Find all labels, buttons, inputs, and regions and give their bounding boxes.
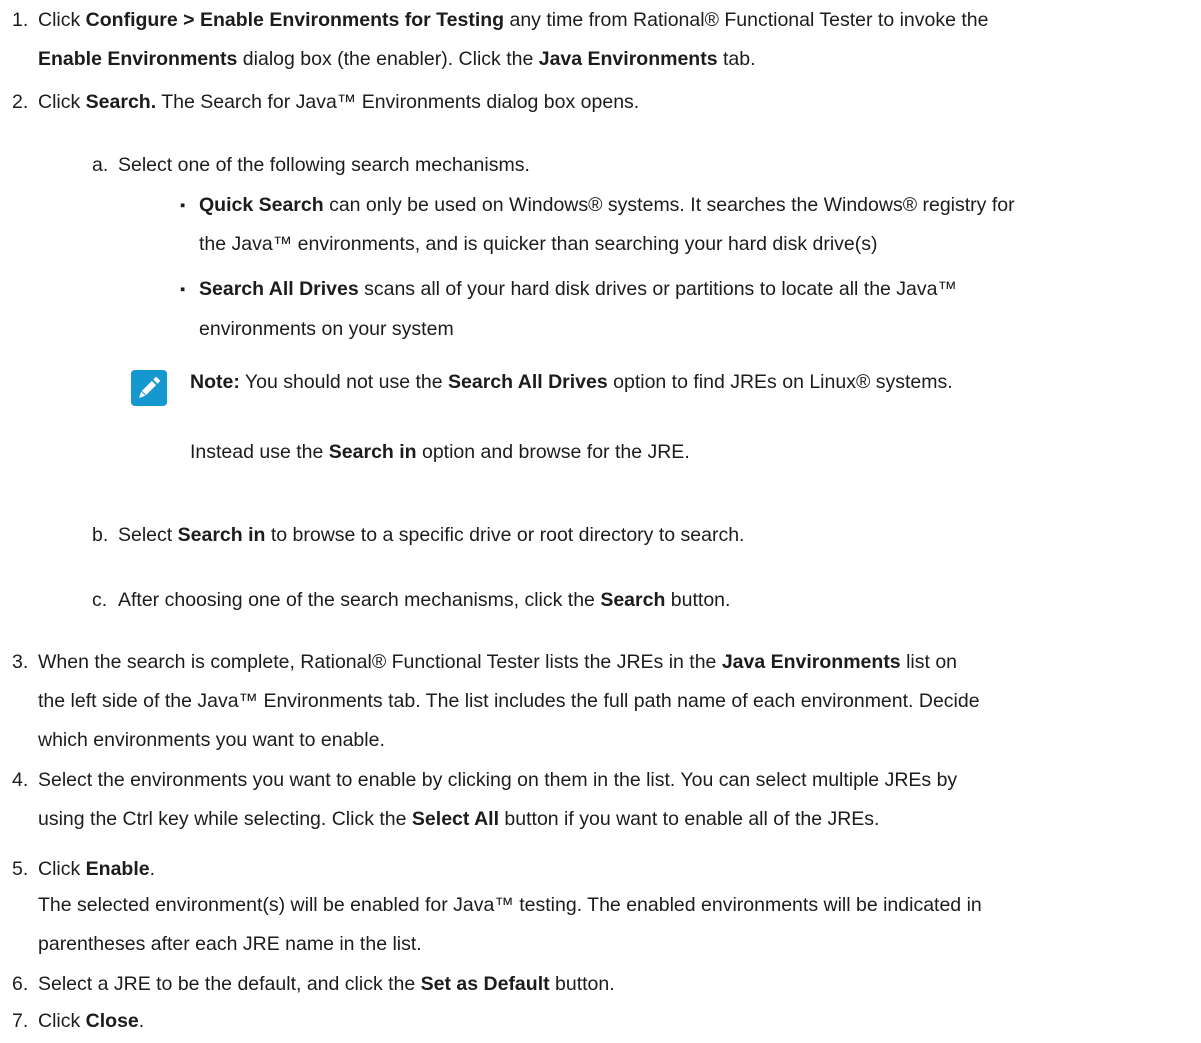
substep-text: Select Search in to browse to a specific… — [118, 524, 745, 546]
step-number: 4. — [12, 769, 29, 791]
pencil-icon — [131, 370, 167, 406]
step-text: When the search is complete, Rational® F… — [38, 651, 958, 673]
step-text: Click Close. — [38, 1010, 145, 1032]
note-text: Instead use the Search in option and bro… — [190, 441, 690, 463]
bullet-text: Search All Drives scans all of your hard… — [199, 278, 957, 300]
substep-number: c. — [92, 589, 108, 611]
bullet-text: environments on your system — [199, 318, 454, 340]
step-text: Select the environments you want to enab… — [38, 769, 958, 791]
step-text: parentheses after each JRE name in the l… — [38, 933, 422, 955]
step-text: Enable Environments dialog box (the enab… — [38, 48, 756, 70]
step-text: Click Search. The Search for Java™ Envir… — [38, 91, 640, 113]
step-number: 6. — [12, 973, 29, 995]
step-text: The selected environment(s) will be enab… — [38, 894, 982, 916]
bullet-text: Quick Search can only be used on Windows… — [199, 194, 1015, 216]
step-text: using the Ctrl key while selecting. Clic… — [38, 808, 880, 830]
bullet-marker: ▪ — [180, 281, 186, 298]
step-text: Select a JRE to be the default, and clic… — [38, 973, 615, 995]
step-number: 7. — [12, 1010, 29, 1032]
substep-text: Select one of the following search mecha… — [118, 154, 530, 176]
step-number: 1. — [12, 9, 29, 31]
step-number: 2. — [12, 91, 29, 113]
step-number: 3. — [12, 651, 29, 673]
bullet-text: the Java™ environments, and is quicker t… — [199, 233, 878, 255]
substep-number: a. — [92, 154, 109, 176]
note-text: Note: You should not use the Search All … — [190, 371, 953, 393]
step-text: the left side of the Java™ Environments … — [38, 690, 980, 712]
substep-text: After choosing one of the search mechani… — [118, 589, 731, 611]
step-text: Click Enable. — [38, 858, 156, 880]
step-text: which environments you want to enable. — [38, 729, 385, 751]
step-number: 5. — [12, 858, 29, 880]
substep-number: b. — [92, 524, 109, 546]
bullet-marker: ▪ — [180, 197, 186, 214]
step-text: Click Configure > Enable Environments fo… — [38, 9, 989, 31]
